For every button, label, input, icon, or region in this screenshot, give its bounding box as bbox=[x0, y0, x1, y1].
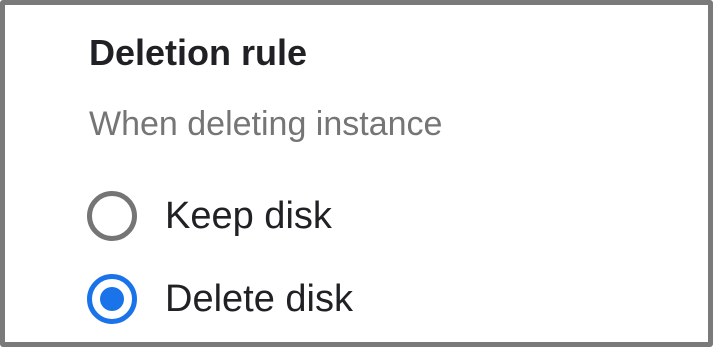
keep-disk-option[interactable]: Keep disk bbox=[87, 188, 332, 244]
keep-disk-label[interactable]: Keep disk bbox=[165, 191, 332, 241]
delete-disk-option[interactable]: Delete disk bbox=[87, 271, 353, 327]
radio-unchecked-icon[interactable] bbox=[87, 191, 137, 241]
section-subtitle: When deleting instance bbox=[89, 105, 443, 143]
radio-checked-icon[interactable] bbox=[87, 274, 137, 324]
radio-selected-dot bbox=[100, 287, 124, 311]
section-title: Deletion rule bbox=[89, 32, 308, 73]
delete-disk-label[interactable]: Delete disk bbox=[165, 274, 353, 324]
deletion-rule-panel: Deletion rule When deleting instance Kee… bbox=[0, 0, 713, 347]
